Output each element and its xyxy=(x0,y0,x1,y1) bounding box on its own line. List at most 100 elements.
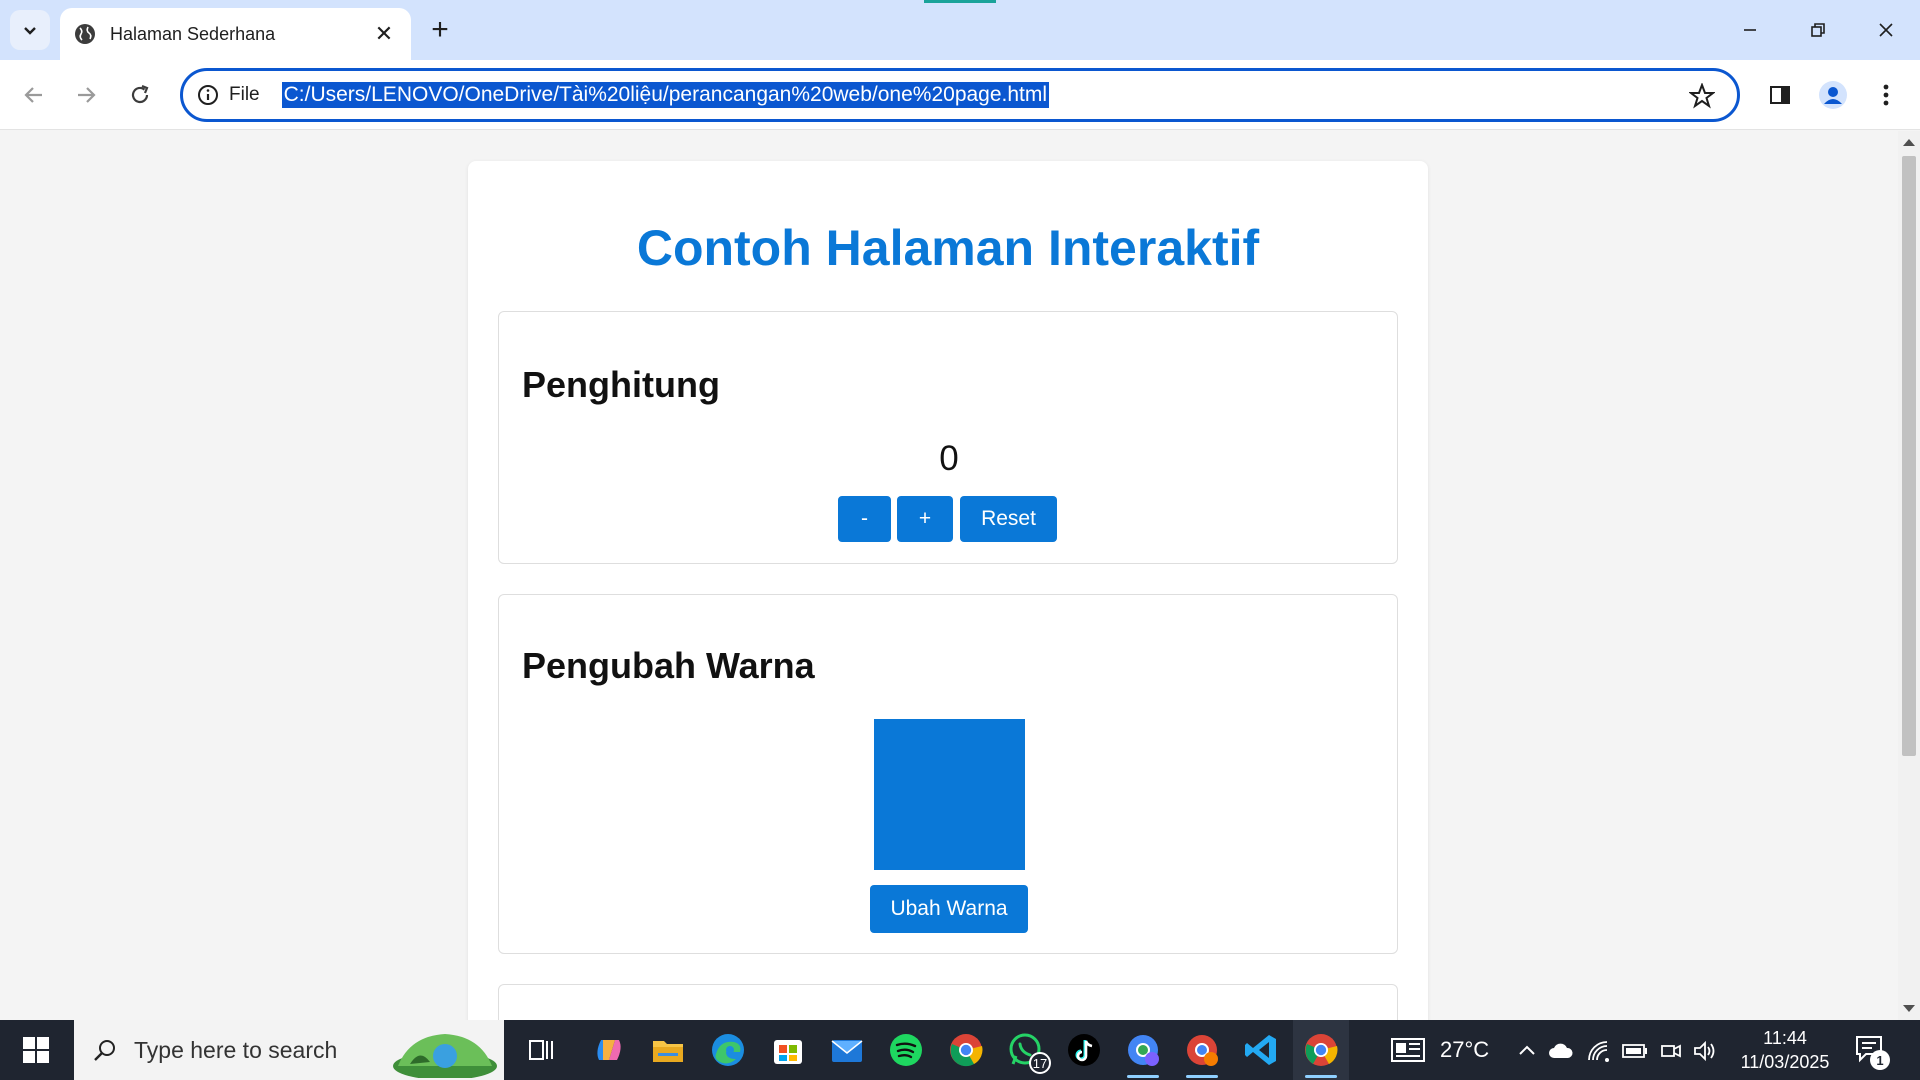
search-icon xyxy=(94,1040,115,1061)
mail-icon xyxy=(831,1040,863,1062)
taskbar-clock[interactable]: 11:44 11/03/2025 xyxy=(1730,1026,1840,1074)
chevron-up-icon xyxy=(1519,1045,1535,1055)
battery-icon xyxy=(1622,1044,1647,1058)
news-weather-icon xyxy=(1391,1038,1425,1062)
copilot-icon xyxy=(597,1040,621,1060)
network-tray-button[interactable] xyxy=(1586,1038,1612,1064)
running-indicator xyxy=(1127,1075,1159,1078)
camera-icon xyxy=(1661,1044,1681,1058)
page-viewport: Contoh Halaman Interaktif Penghitung 0 -… xyxy=(0,131,1898,1020)
globe-icon xyxy=(75,24,95,44)
file-explorer-button[interactable] xyxy=(646,1028,690,1072)
chevron-down-icon xyxy=(24,27,36,35)
address-bar[interactable]: File C:/Users/LENOVO/OneDrive/Tài%20liệu… xyxy=(180,68,1740,122)
copilot-button[interactable] xyxy=(587,1028,631,1072)
battery-tray-button[interactable] xyxy=(1622,1038,1648,1064)
color-changer-card: Pengubah Warna Ubah Warna xyxy=(498,594,1398,954)
browser-tab[interactable]: Halaman Sederhana ✕ xyxy=(60,8,411,60)
page-scrollbar[interactable] xyxy=(1898,131,1920,1020)
reload-button[interactable] xyxy=(120,75,160,115)
decrement-button[interactable]: - xyxy=(838,496,891,542)
next-section-card xyxy=(498,984,1398,1020)
counter-value: 0 xyxy=(939,439,959,478)
back-button[interactable] xyxy=(14,75,54,115)
whatsapp-badge: 17 xyxy=(1029,1052,1051,1074)
tab-strip: Halaman Sederhana ✕ + xyxy=(0,0,1920,60)
clock-date: 11/03/2025 xyxy=(1740,1052,1830,1072)
temperature-label: 27°C xyxy=(1440,1037,1490,1062)
chrome-active-button[interactable] xyxy=(1299,1028,1343,1078)
bookmark-star-icon[interactable] xyxy=(1689,83,1715,109)
side-panel-button[interactable] xyxy=(1760,75,1800,115)
browser-toolbar: File C:/Users/LENOVO/OneDrive/Tài%20liệu… xyxy=(0,60,1920,130)
reload-icon xyxy=(131,84,149,104)
page-title: Contoh Halaman Interaktif xyxy=(636,220,1260,276)
start-button[interactable] xyxy=(0,1020,72,1080)
url-text[interactable]: C:/Users/LENOVO/OneDrive/Tài%20liệu/pera… xyxy=(281,82,1050,108)
close-icon xyxy=(1879,23,1893,37)
tab-search-button[interactable] xyxy=(10,10,50,50)
microsoft-store-icon xyxy=(774,1040,802,1064)
chrome-button[interactable] xyxy=(944,1028,988,1072)
chrome-active-icon xyxy=(1305,1034,1338,1066)
chrome-profile-2-icon xyxy=(1187,1035,1218,1066)
increment-button[interactable]: + xyxy=(897,496,953,542)
change-color-button[interactable]: Ubah Warna xyxy=(870,885,1028,933)
tab-title: Halaman Sederhana xyxy=(110,23,276,44)
page-container: Contoh Halaman Interaktif Penghitung 0 -… xyxy=(468,161,1428,1020)
scroll-up-arrow-icon[interactable] xyxy=(1903,139,1915,146)
scrollbar-thumb[interactable] xyxy=(1902,156,1916,756)
profile-button[interactable] xyxy=(1813,75,1853,115)
tab-group-indicator xyxy=(924,0,996,3)
arrow-left-icon xyxy=(24,87,42,103)
mail-button[interactable] xyxy=(825,1028,869,1072)
browser-menu-button[interactable] xyxy=(1866,75,1906,115)
clock-time: 11:44 xyxy=(1763,1028,1807,1048)
windows-logo-icon xyxy=(23,1037,49,1063)
minimize-button[interactable] xyxy=(1716,0,1784,60)
show-hidden-icons-button[interactable] xyxy=(1514,1038,1540,1064)
edge-button[interactable] xyxy=(706,1028,750,1072)
task-view-icon xyxy=(529,1040,553,1060)
microsoft-store-button[interactable] xyxy=(766,1028,810,1072)
counter-heading: Penghitung xyxy=(522,364,720,405)
spotify-icon xyxy=(890,1034,922,1066)
notification-center-button[interactable]: 1 xyxy=(1854,1034,1890,1070)
volume-tray-button[interactable] xyxy=(1692,1038,1718,1064)
url-scheme-label: File xyxy=(229,84,260,105)
close-window-button[interactable] xyxy=(1852,0,1920,60)
restore-icon xyxy=(1811,23,1825,37)
search-highlight-art-icon xyxy=(393,1034,497,1078)
avatar-icon xyxy=(1819,81,1847,109)
chrome-profile-2-button[interactable] xyxy=(1180,1028,1224,1078)
running-indicator xyxy=(1186,1075,1218,1078)
restore-button[interactable] xyxy=(1784,0,1852,60)
vscode-button[interactable] xyxy=(1239,1028,1283,1072)
new-tab-button[interactable]: + xyxy=(424,14,456,46)
whatsapp-button[interactable]: 17 xyxy=(1003,1028,1051,1074)
windows-taskbar: Type here to search 17 27°C 11:44 11/03/… xyxy=(0,1020,1920,1080)
tiktok-button[interactable] xyxy=(1062,1028,1106,1072)
cloud-icon xyxy=(1549,1043,1573,1058)
reset-button[interactable]: Reset xyxy=(960,496,1057,542)
onedrive-tray-button[interactable] xyxy=(1548,1038,1574,1064)
edge-icon xyxy=(712,1034,744,1066)
spotify-button[interactable] xyxy=(884,1028,928,1072)
search-placeholder: Type here to search xyxy=(134,1036,338,1063)
color-box xyxy=(874,719,1025,870)
chrome-profile-icon xyxy=(1128,1035,1159,1066)
arrow-right-icon xyxy=(78,87,96,103)
task-view-button[interactable] xyxy=(519,1028,563,1072)
taskbar-search-box[interactable]: Type here to search xyxy=(74,1020,504,1080)
weather-widget[interactable]: 27°C xyxy=(1390,1020,1489,1080)
scroll-down-arrow-icon[interactable] xyxy=(1903,1005,1915,1012)
counter-card: Penghitung 0 - + Reset xyxy=(498,311,1398,564)
forward-button[interactable] xyxy=(66,75,106,115)
info-icon[interactable] xyxy=(197,84,219,106)
meet-now-tray-button[interactable] xyxy=(1658,1038,1684,1064)
minimize-icon xyxy=(1744,29,1756,31)
chrome-profile-button[interactable] xyxy=(1121,1028,1165,1078)
tab-close-icon[interactable]: ✕ xyxy=(371,21,397,47)
tiktok-icon xyxy=(1068,1034,1100,1066)
running-indicator xyxy=(1305,1075,1337,1078)
